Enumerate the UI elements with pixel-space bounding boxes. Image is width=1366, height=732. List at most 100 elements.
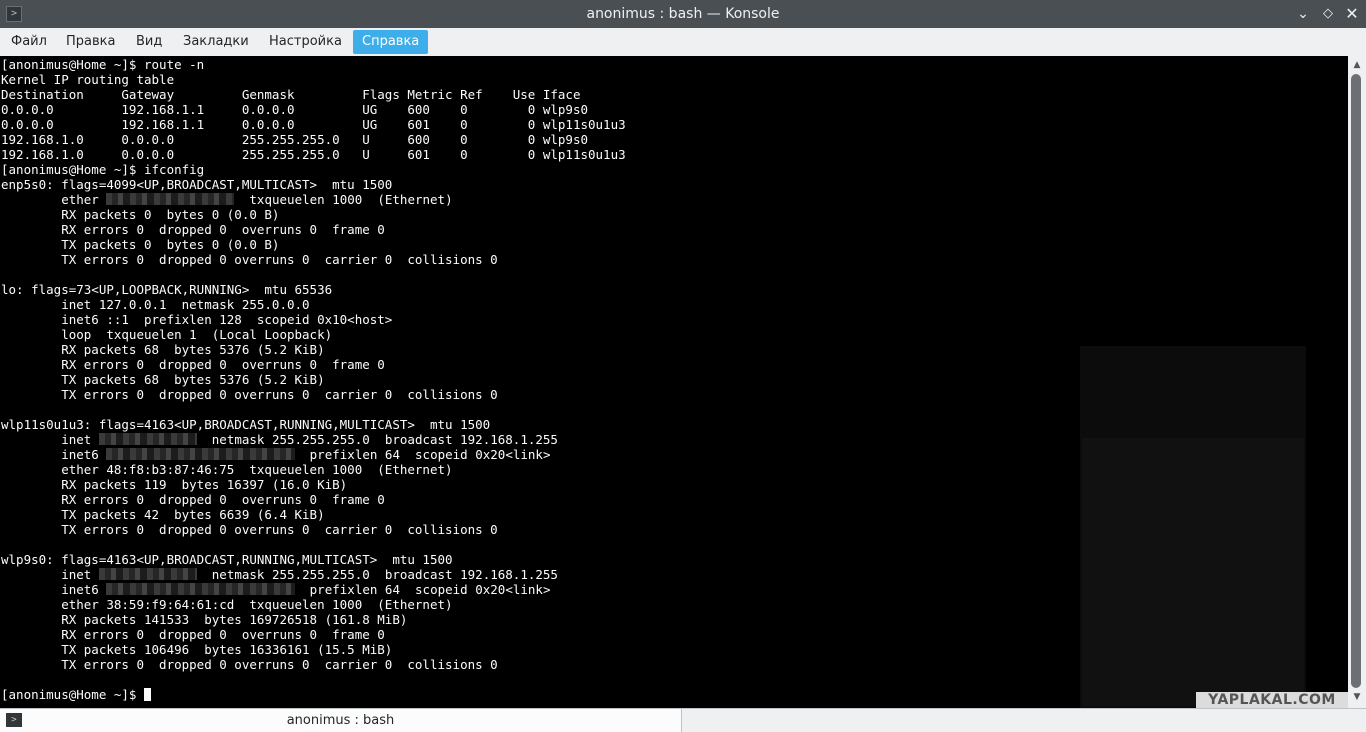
terminal-line: loop txqueuelen 1 (Local Loopback) (1, 327, 626, 342)
window-title: anonimus : bash — Konsole (586, 6, 780, 22)
terminal-line: inet6 ::1 prefixlen 128 scopeid 0x10<hos… (1, 312, 626, 327)
menu-file[interactable]: Файл (2, 30, 56, 54)
terminal-text: Destination Gateway Genmask Flags Metric… (1, 87, 581, 102)
close-button[interactable]: ✕ (1342, 4, 1362, 24)
terminal-line: inet6 prefixlen 64 scopeid 0x20<link> (1, 582, 626, 597)
terminal-text: prefixlen 64 scopeid 0x20<link> (294, 447, 551, 462)
diamond-icon: ◇ (1323, 6, 1333, 21)
terminal-text: inet (1, 432, 99, 447)
terminal-text: ether (1, 192, 107, 207)
terminal-text: TX errors 0 dropped 0 overruns 0 carrier… (1, 522, 498, 537)
tab-session[interactable]: > anonimus : bash (0, 709, 682, 732)
scroll-down-arrow-icon[interactable]: ▼ (1351, 692, 1363, 702)
terminal-line: [anonimus@Home ~]$ route -n (1, 57, 626, 72)
menu-help[interactable]: Справка (353, 30, 429, 54)
terminal-text: [anonimus@Home ~]$ route -n (1, 57, 205, 72)
terminal-text: wlp9s0: flags=4163<UP,BROADCAST,RUNNING,… (1, 552, 453, 567)
terminal-line: inet6 prefixlen 64 scopeid 0x20<link> (1, 447, 626, 462)
terminal-text: 0.0.0.0 192.168.1.1 0.0.0.0 UG 601 0 0 w… (1, 117, 626, 132)
chevron-down-icon: ⌄ (1297, 6, 1309, 22)
terminal-text: ether 48:f8:b3:87:46:75 txqueuelen 1000 … (1, 462, 453, 477)
terminal-text: Kernel IP routing table (1, 72, 175, 87)
background-overlay (1080, 346, 1306, 708)
terminal-text: loop txqueuelen 1 (Local Loopback) (1, 327, 333, 342)
terminal-line: inet netmask 255.255.255.0 broadcast 192… (1, 567, 626, 582)
terminal-text: RX errors 0 dropped 0 overruns 0 frame 0 (1, 357, 385, 372)
window-titlebar[interactable]: > anonimus : bash — Konsole ⌄ ◇ ✕ (0, 0, 1366, 28)
terminal-text: [anonimus@Home ~]$ (1, 687, 144, 702)
terminal-text: inet (1, 567, 99, 582)
close-icon: ✕ (1345, 4, 1359, 23)
terminal-line: [anonimus@Home ~]$ ifconfig (1, 162, 626, 177)
terminal-line: RX errors 0 dropped 0 overruns 0 frame 0 (1, 627, 626, 642)
terminal-line: TX errors 0 dropped 0 overruns 0 carrier… (1, 252, 626, 267)
terminal-line: ether 48:f8:b3:87:46:75 txqueuelen 1000 … (1, 462, 626, 477)
terminal-line: [anonimus@Home ~]$ (1, 687, 626, 702)
terminal-text: TX errors 0 dropped 0 overruns 0 carrier… (1, 657, 498, 672)
terminal-text: netmask 255.255.255.0 broadcast 192.168.… (196, 567, 558, 582)
terminal-line: RX packets 119 bytes 16397 (16.0 KiB) (1, 477, 626, 492)
terminal-line: wlp11s0u1u3: flags=4163<UP,BROADCAST,RUN… (1, 417, 626, 432)
maximize-button[interactable]: ◇ (1318, 4, 1338, 24)
terminal-line: TX packets 68 bytes 5376 (5.2 KiB) (1, 372, 626, 387)
terminal-line: 192.168.1.0 0.0.0.0 255.255.255.0 U 601 … (1, 147, 626, 162)
terminal-line: TX errors 0 dropped 0 overruns 0 carrier… (1, 387, 626, 402)
terminal-text: prefixlen 64 scopeid 0x20<link> (294, 582, 551, 597)
watermark: YAPLAKAL.COM (1196, 692, 1348, 708)
tab-label: anonimus : bash (286, 713, 395, 728)
terminal-text: lo: flags=73<UP,LOOPBACK,RUNNING> mtu 65… (1, 282, 333, 297)
terminal-text: 192.168.1.0 0.0.0.0 255.255.255.0 U 601 … (1, 147, 626, 162)
terminal-line: wlp9s0: flags=4163<UP,BROADCAST,RUNNING,… (1, 552, 626, 567)
terminal-line: inet 127.0.0.1 netmask 255.0.0.0 (1, 297, 626, 312)
terminal-text: netmask 255.255.255.0 broadcast 192.168.… (196, 432, 558, 447)
scroll-up-arrow-icon[interactable]: ▲ (1351, 60, 1363, 70)
terminal-line: enp5s0: flags=4099<UP,BROADCAST,MULTICAS… (1, 177, 626, 192)
terminal-text: txqueuelen 1000 (Ethernet) (234, 192, 453, 207)
minimize-button[interactable]: ⌄ (1293, 4, 1313, 24)
terminal-line: RX packets 141533 bytes 169726518 (161.8… (1, 612, 626, 627)
terminal-text: TX packets 42 bytes 6639 (6.4 KiB) (1, 507, 325, 522)
terminal-text: enp5s0: flags=4099<UP,BROADCAST,MULTICAS… (1, 177, 393, 192)
menu-edit[interactable]: Правка (57, 30, 124, 54)
terminal-text: RX errors 0 dropped 0 overruns 0 frame 0 (1, 222, 385, 237)
terminal-line: Destination Gateway Genmask Flags Metric… (1, 87, 626, 102)
redacted-value (98, 433, 197, 445)
terminal-line: TX packets 42 bytes 6639 (6.4 KiB) (1, 507, 626, 522)
terminal-text: RX packets 119 bytes 16397 (16.0 KiB) (1, 477, 348, 492)
terminal-output[interactable]: [anonimus@Home ~]$ route -n Kernel IP rou… (1, 57, 626, 702)
menu-bookmarks[interactable]: Закладки (174, 30, 258, 54)
terminal-line: 192.168.1.0 0.0.0.0 255.255.255.0 U 600 … (1, 132, 626, 147)
terminal-line: RX errors 0 dropped 0 overruns 0 frame 0 (1, 357, 626, 372)
scrollbar[interactable]: ▲ ▼ (1348, 56, 1366, 708)
redacted-value (98, 568, 197, 580)
tab-bar: > anonimus : bash (0, 708, 1366, 732)
terminal-text: [anonimus@Home ~]$ ifconfig (1, 162, 205, 177)
terminal-line: RX packets 68 bytes 5376 (5.2 KiB) (1, 342, 626, 357)
menu-bar: Файл Правка Вид Закладки Настройка Справ… (0, 28, 1366, 56)
scrollbar-thumb[interactable] (1351, 74, 1361, 688)
terminal-text: inet6 (1, 447, 107, 462)
terminal-text: RX packets 0 bytes 0 (0.0 B) (1, 207, 280, 222)
terminal-view[interactable]: [anonimus@Home ~]$ route -n Kernel IP rou… (0, 56, 1348, 708)
terminal-text: TX packets 0 bytes 0 (0.0 B) (1, 237, 280, 252)
terminal-text: 192.168.1.0 0.0.0.0 255.255.255.0 U 600 … (1, 132, 588, 147)
terminal-line: TX errors 0 dropped 0 overruns 0 carrier… (1, 657, 626, 672)
terminal-line: TX packets 0 bytes 0 (0.0 B) (1, 237, 626, 252)
menu-settings[interactable]: Настройка (260, 30, 351, 54)
terminal-line: RX errors 0 dropped 0 overruns 0 frame 0 (1, 222, 626, 237)
terminal-line: TX packets 106496 bytes 16336161 (15.5 M… (1, 642, 626, 657)
terminal-text: TX packets 68 bytes 5376 (5.2 KiB) (1, 372, 325, 387)
terminal-line: RX errors 0 dropped 0 overruns 0 frame 0 (1, 492, 626, 507)
menu-view[interactable]: Вид (127, 30, 171, 54)
terminal-line: ether 38:59:f9:64:61:cd txqueuelen 1000 … (1, 597, 626, 612)
redacted-value (106, 583, 295, 595)
terminal-text: inet6 (1, 582, 107, 597)
terminal-line: inet netmask 255.255.255.0 broadcast 192… (1, 432, 626, 447)
terminal-text: inet 127.0.0.1 netmask 255.0.0.0 (1, 297, 310, 312)
redacted-value (106, 193, 235, 205)
redacted-value (106, 448, 295, 460)
